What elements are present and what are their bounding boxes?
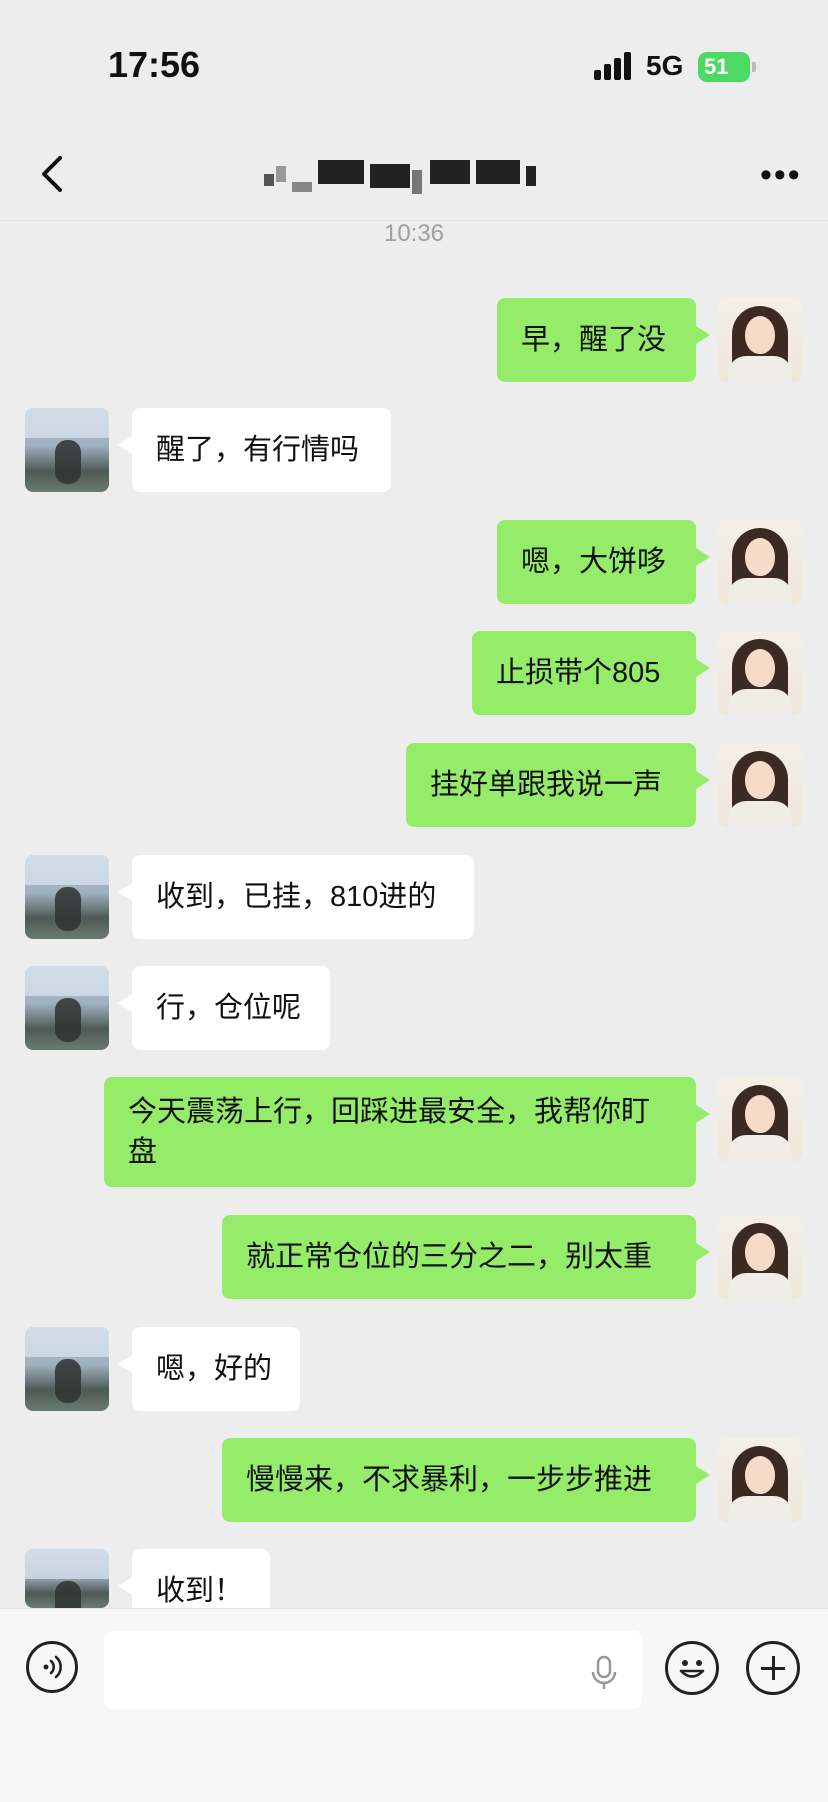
message-bubble[interactable]: 慢慢来，不求暴利，一步步推进 [222,1438,710,1522]
microphone-icon [591,1655,617,1689]
chevron-left-icon [42,156,62,192]
message-bubble[interactable]: 收到，已挂，810进的 [118,855,474,939]
message-timestamp: 10:36 [383,220,445,247]
signal-icon [594,52,634,80]
back-button[interactable] [38,152,78,198]
contact-avatar[interactable] [25,966,109,1050]
input-bar [0,1608,828,1802]
emoji-icon [679,1660,705,1678]
message-bubble[interactable]: 挂好单跟我说一声 [406,743,710,827]
contact-avatar[interactable] [25,408,109,492]
message-bubble[interactable]: 就正常仓位的三分之二，别太重 [222,1215,710,1299]
emoji-button[interactable] [665,1641,719,1695]
my-avatar[interactable] [718,1215,802,1299]
status-time: 17:56 [108,44,201,85]
my-avatar[interactable] [718,631,802,715]
network-type: 5G [646,50,684,81]
message-bubble[interactable]: 嗯，好的 [118,1327,300,1411]
message-input[interactable] [104,1631,642,1709]
message-bubble[interactable]: 止损带个805 [472,631,710,715]
battery-level: 51 [704,54,729,79]
more-button[interactable]: ••• [760,158,802,192]
voice-button[interactable] [26,1641,78,1693]
plus-button[interactable] [746,1641,800,1695]
my-avatar[interactable] [718,1077,802,1161]
status-bar: 17:56 5G 51 [0,0,828,130]
contact-avatar[interactable] [25,1549,109,1608]
chat-title-masked [262,160,562,194]
battery-cap [752,62,756,72]
message-bubble[interactable]: 行，仓位呢 [118,966,330,1050]
contact-avatar[interactable] [25,1327,109,1411]
microphone-button[interactable] [590,1655,618,1696]
contact-avatar[interactable] [25,855,109,939]
message-bubble[interactable]: 今天震荡上行，回踩进最安全，我帮你盯盘 [104,1077,710,1187]
my-avatar[interactable] [718,298,802,382]
message-bubble[interactable]: 早，醒了没 [497,298,710,382]
battery-icon: 51 [698,52,750,82]
chat-header: ••• [0,130,828,221]
my-avatar[interactable] [718,743,802,827]
message-bubble[interactable]: 嗯，大饼哆 [497,520,710,604]
message-bubble[interactable]: 醒了，有行情吗 [118,408,391,492]
more-dots-icon: ••• [760,156,802,194]
my-avatar[interactable] [718,1438,802,1522]
my-avatar[interactable] [718,520,802,604]
voice-icon [43,1655,62,1679]
message-bubble[interactable]: 收到！ [118,1549,270,1608]
